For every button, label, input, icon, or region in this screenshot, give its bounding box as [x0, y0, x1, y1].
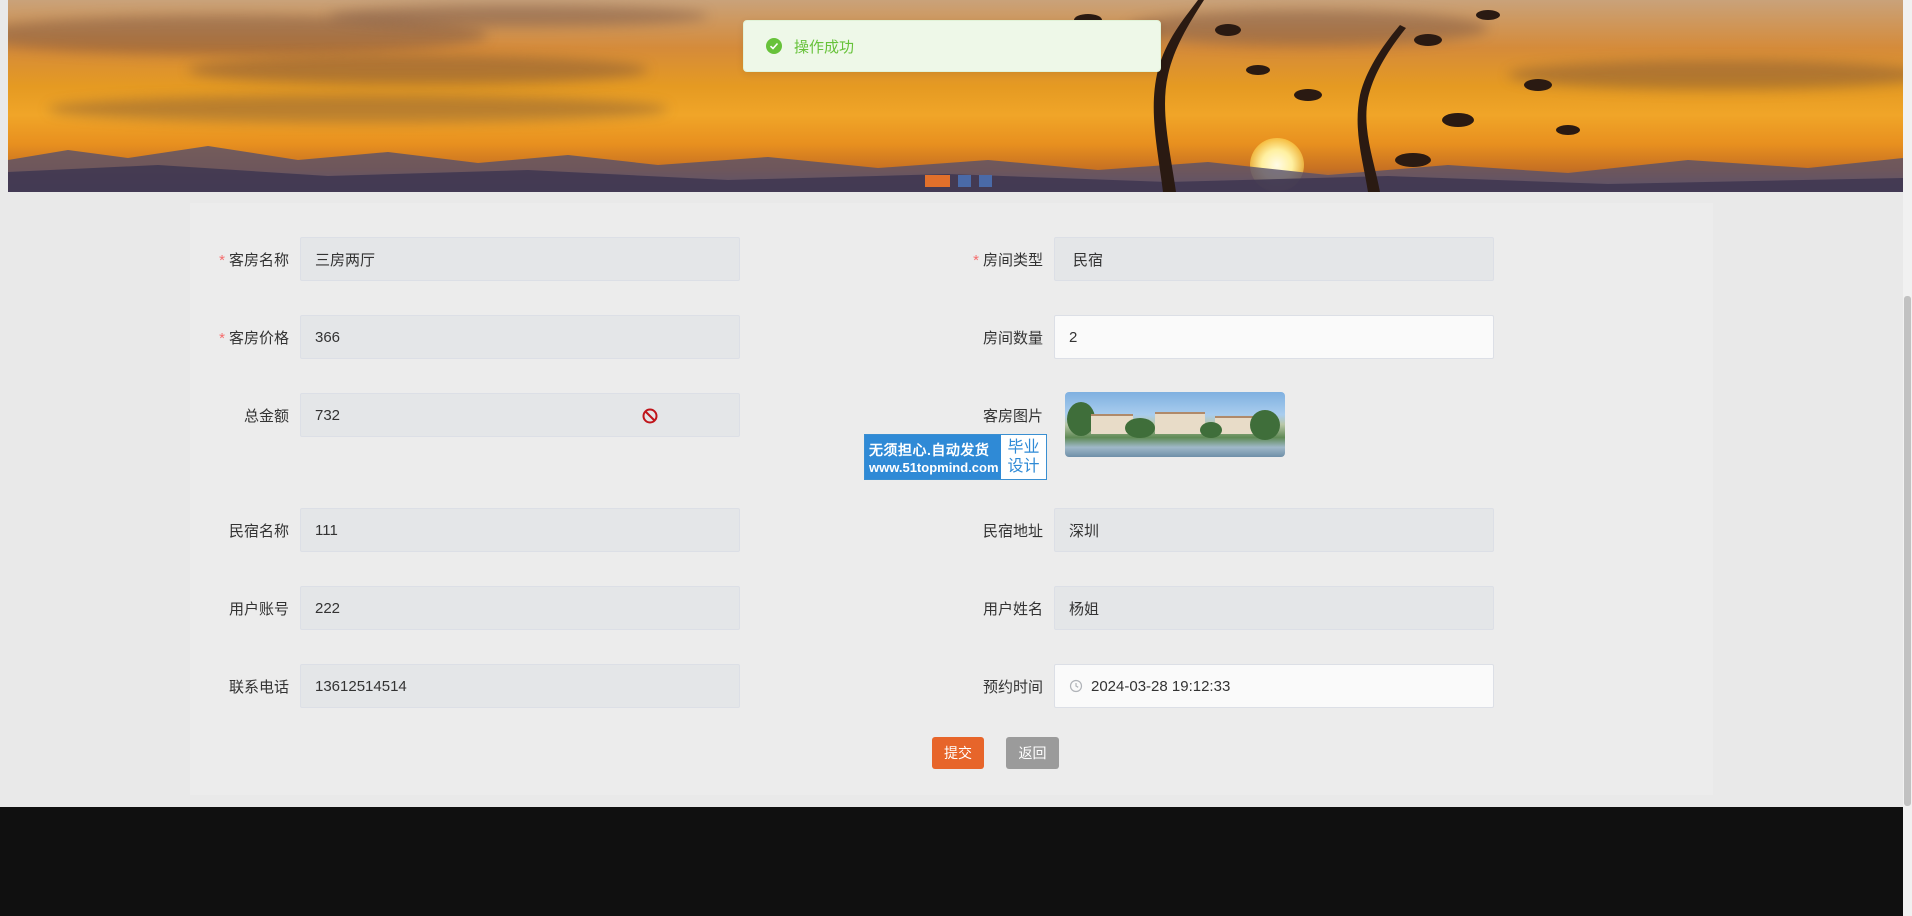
field-user-name: 用户姓名 杨姐 — [944, 586, 1494, 630]
footer — [0, 807, 1912, 916]
vertical-scrollbar[interactable] — [1903, 0, 1912, 916]
carousel-dot-1[interactable] — [925, 175, 950, 187]
field-room-price: * 客房价格 366 — [190, 315, 740, 359]
success-toast: 操作成功 — [743, 20, 1161, 72]
field-homestay-address: 民宿地址 深圳 — [944, 508, 1494, 552]
carousel-dot-2[interactable] — [958, 175, 971, 187]
homestay-address-input[interactable]: 深圳 — [1054, 508, 1494, 552]
field-room-name: * 客房名称 三房两厅 — [190, 237, 740, 281]
room-name-input[interactable]: 三房两厅 — [300, 237, 740, 281]
watermark-line1: 无须担心.自动发货 — [869, 441, 990, 458]
check-circle-icon — [766, 38, 782, 54]
field-total-amount: 总金额 732 — [190, 393, 740, 437]
room-image-label: 客房图片 — [982, 407, 1043, 425]
homestay-address-label: 民宿地址 — [982, 522, 1043, 540]
clock-icon — [1069, 679, 1083, 693]
carousel-dot-3[interactable] — [979, 175, 992, 187]
required-mark: * — [219, 329, 225, 347]
room-image-thumbnail[interactable] — [1065, 392, 1285, 457]
watermark-right1: 毕业 — [1007, 439, 1040, 456]
field-user-account: 用户账号 222 — [190, 586, 740, 630]
total-amount-label: 总金额 — [243, 407, 289, 425]
watermark-badge: 无须担心.自动发货 www.51topmind.com 毕业 设计 — [864, 434, 1047, 480]
back-button[interactable]: 返回 — [1006, 737, 1059, 769]
booking-time-picker[interactable]: 2024-03-28 19:12:33 — [1054, 664, 1494, 708]
field-phone: 联系电话 13612514514 — [190, 664, 740, 708]
scrollbar-thumb[interactable] — [1904, 296, 1911, 806]
watermark-line2: www.51topmind.com — [869, 459, 999, 475]
required-mark: * — [219, 251, 225, 269]
carousel-indicators — [925, 175, 992, 187]
submit-button[interactable]: 提交 — [932, 737, 984, 769]
page: 操作成功 * 客房名称 三房两厅 * 房间类型 民宿 * 客房价格 366 房间数量 … — [0, 0, 1912, 916]
room-price-input[interactable]: 366 — [300, 315, 740, 359]
room-count-input[interactable]: 2 — [1054, 315, 1494, 359]
required-mark: * — [973, 251, 979, 269]
field-room-type: * 房间类型 民宿 — [944, 237, 1494, 281]
room-type-select[interactable]: 民宿 — [1054, 237, 1494, 281]
booking-form: * 客房名称 三房两厅 * 房间类型 民宿 * 客房价格 366 房间数量 2 总金额… — [190, 203, 1713, 795]
toast-message: 操作成功 — [794, 38, 855, 56]
field-room-image: 客房图片 — [944, 393, 1054, 437]
phone-label: 联系电话 — [228, 678, 289, 696]
homestay-name-label: 民宿名称 — [228, 522, 289, 540]
booking-time-label: 预约时间 — [982, 678, 1043, 696]
phone-input[interactable]: 13612514514 — [300, 664, 740, 708]
user-account-label: 用户账号 — [228, 600, 289, 618]
room-price-label: 客房价格 — [228, 329, 289, 347]
watermark-right2: 设计 — [1007, 458, 1040, 475]
not-allowed-icon — [641, 407, 659, 429]
room-count-label: 房间数量 — [982, 329, 1043, 347]
total-amount-input: 732 — [300, 393, 740, 437]
field-room-count: 房间数量 2 — [944, 315, 1494, 359]
homestay-name-input[interactable]: 111 — [300, 508, 740, 552]
room-name-label: 客房名称 — [228, 251, 289, 269]
room-type-label: 房间类型 — [982, 251, 1043, 269]
user-name-label: 用户姓名 — [982, 600, 1043, 618]
user-account-input[interactable]: 222 — [300, 586, 740, 630]
field-booking-time: 预约时间 2024-03-28 19:12:33 — [944, 664, 1494, 708]
field-homestay-name: 民宿名称 111 — [190, 508, 740, 552]
user-name-input[interactable]: 杨姐 — [1054, 586, 1494, 630]
